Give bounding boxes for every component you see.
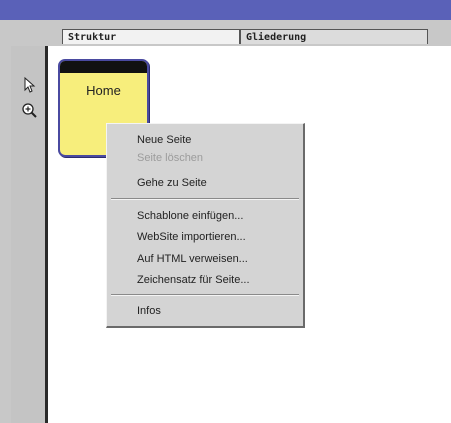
window-title-bar bbox=[0, 0, 451, 20]
menu-item-schablone-einfuegen[interactable]: Schablone einfügen... bbox=[137, 208, 243, 224]
menu-item-infos[interactable]: Infos bbox=[137, 303, 161, 319]
menu-separator bbox=[111, 294, 299, 296]
canvas-left-edge bbox=[45, 46, 48, 423]
page-node-label: Home bbox=[86, 83, 121, 98]
menu-item-auf-html-verweisen[interactable]: Auf HTML verweisen... bbox=[137, 251, 248, 267]
tab-struktur[interactable]: Struktur bbox=[62, 29, 240, 44]
menu-item-zeichensatz[interactable]: Zeichensatz für Seite... bbox=[137, 272, 250, 288]
menu-item-seite-loeschen[interactable]: Seite löschen bbox=[137, 150, 203, 166]
menu-item-neue-seite[interactable]: Neue Seite bbox=[137, 132, 191, 148]
page-node-header-bar bbox=[60, 61, 147, 73]
arrow-pointer-icon[interactable] bbox=[21, 76, 39, 94]
tab-gliederung[interactable]: Gliederung bbox=[240, 29, 428, 44]
menu-separator bbox=[111, 198, 299, 200]
view-tab-strip: Struktur Gliederung bbox=[0, 20, 451, 46]
zoom-in-icon[interactable] bbox=[21, 102, 39, 120]
left-frame-strip bbox=[0, 46, 11, 423]
context-menu: Neue Seite Seite löschen Gehe zu Seite S… bbox=[106, 123, 305, 328]
menu-item-gehe-zu-seite[interactable]: Gehe zu Seite bbox=[137, 175, 207, 191]
tool-palette bbox=[11, 46, 46, 423]
menu-item-website-importieren[interactable]: WebSite importieren... bbox=[137, 229, 246, 245]
